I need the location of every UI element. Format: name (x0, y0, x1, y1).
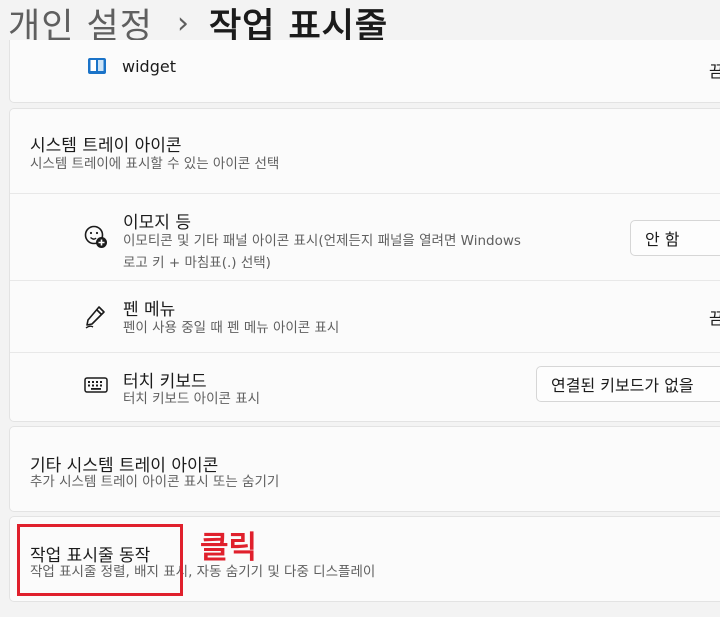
chevron-right-icon: › (176, 5, 189, 41)
system-tray-section: 시스템 트레이 아이콘 시스템 트레이에 표시할 수 있는 아이콘 선택 이모지… (9, 108, 720, 422)
emoji-description-line2: 로고 키 + 마침표(.) 선택) (123, 255, 271, 271)
click-highlight-box (17, 524, 183, 596)
touch-keyboard-dropdown-value: 연결된 키보드가 없을 (551, 376, 694, 395)
tray-item-touch-keyboard: 터치 키보드 터치 키보드 아이콘 표시 연결된 키보드가 없을 (10, 352, 720, 421)
widget-row[interactable]: widget 끔 (9, 40, 720, 103)
emoji-description-line1: 이모티콘 및 기타 패널 아이콘 표시(언제든지 패널을 열려면 Windows (123, 233, 521, 249)
emoji-icon (83, 224, 109, 250)
other-tray-subtitle: 추가 시스템 트레이 아이콘 표시 또는 숨기기 (30, 474, 280, 490)
click-annotation-label: 클릭 (200, 530, 258, 566)
pen-menu-toggle-state[interactable]: 끔 (709, 305, 720, 329)
other-system-tray-icons-row[interactable]: 기타 시스템 트레이 아이콘 추가 시스템 트레이 아이콘 표시 또는 숨기기 (9, 426, 720, 512)
pen-icon (83, 304, 107, 330)
emoji-dropdown-value: 안 함 (645, 230, 680, 249)
pen-menu-description: 펜이 사용 중일 때 펜 메뉴 아이콘 표시 (123, 320, 340, 336)
system-tray-subtitle: 시스템 트레이에 표시할 수 있는 아이콘 선택 (30, 156, 280, 172)
widget-icon (86, 56, 108, 76)
emoji-dropdown[interactable]: 안 함 (630, 220, 720, 256)
touch-keyboard-dropdown[interactable]: 연결된 키보드가 없을 (536, 366, 720, 402)
widget-toggle-state: 끔 (709, 62, 720, 81)
touch-keyboard-description: 터치 키보드 아이콘 표시 (123, 391, 261, 407)
tray-item-emoji: 이모지 등 이모티콘 및 기타 패널 아이콘 표시(언제든지 패널을 열려면 W… (10, 193, 720, 281)
widget-label: widget (122, 57, 176, 76)
keyboard-icon (83, 375, 109, 395)
tray-item-pen-menu: 펜 메뉴 펜이 사용 중일 때 펜 메뉴 아이콘 표시 끔 (10, 280, 720, 353)
